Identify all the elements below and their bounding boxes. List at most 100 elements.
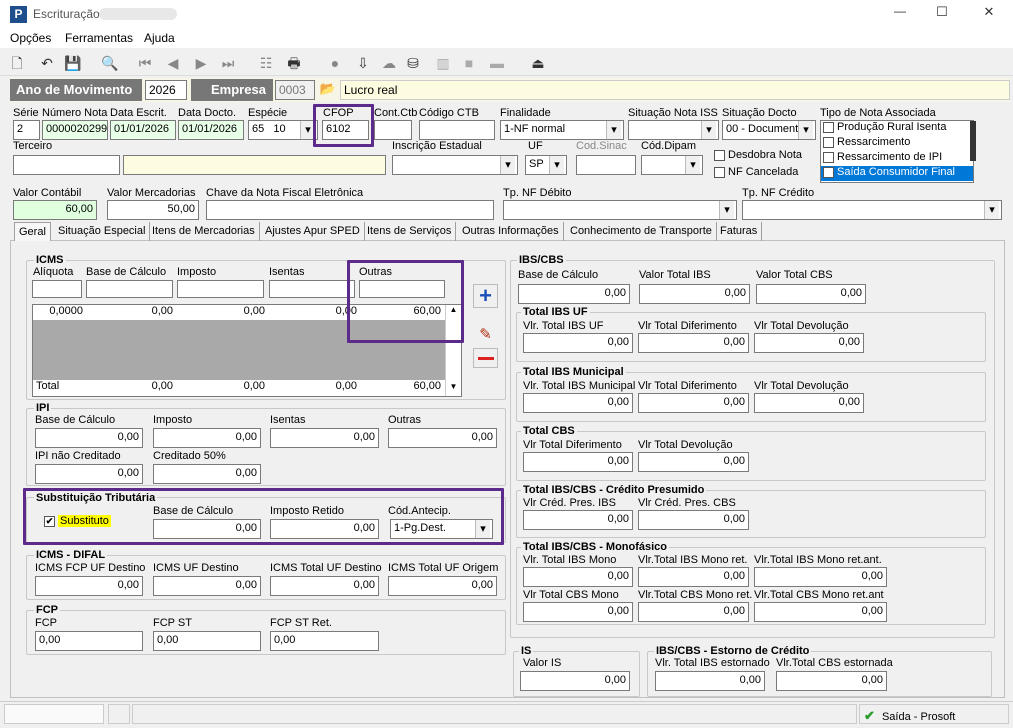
print-icon[interactable]: 🖶: [285, 54, 303, 72]
block-icon[interactable]: ■: [460, 54, 478, 72]
tab-ajustes-sped[interactable]: Ajustes Apur SPED: [261, 222, 365, 241]
tab-situacao-especial[interactable]: Situação Especial: [54, 222, 151, 241]
remove-icon[interactable]: [473, 348, 498, 368]
nf-cancelada-checkbox[interactable]: NF Cancelada: [714, 166, 798, 178]
ibs-uf-total-input[interactable]: 0,00: [523, 333, 633, 353]
fcp-st-input[interactable]: 0,00: [153, 631, 261, 651]
menu-ajuda[interactable]: Ajuda: [144, 31, 175, 45]
exit-icon[interactable]: ⏏: [529, 54, 547, 72]
save-icon[interactable]: 💾: [64, 54, 82, 72]
tipo-nota-scrollbar[interactable]: [970, 121, 976, 161]
is-input[interactable]: 0,00: [520, 671, 630, 691]
tipo-nota-option[interactable]: Ressarcimento de IPI: [821, 151, 973, 166]
tree-icon[interactable]: ☷: [257, 54, 275, 72]
cloud-icon[interactable]: ☁: [380, 54, 398, 72]
mono-cbs-input[interactable]: 0,00: [523, 602, 633, 622]
icms-isentas-input[interactable]: [269, 280, 355, 298]
tab-itens-mercadorias[interactable]: Itens de Mercadorias: [148, 222, 260, 241]
valor-contabil-input[interactable]: 60,00: [13, 200, 97, 220]
mono-ibs-retant-input[interactable]: 0,00: [754, 567, 887, 587]
data-docto-input[interactable]: 01/01/2026: [178, 120, 244, 140]
menu-ferramentas[interactable]: Ferramentas: [65, 31, 133, 45]
tab-geral[interactable]: Geral: [14, 222, 51, 241]
ipi-cred50-input[interactable]: 0,00: [153, 464, 261, 484]
difal-uf-dest-input[interactable]: 0,00: [153, 576, 261, 596]
new-icon[interactable]: 🗋: [8, 54, 26, 72]
finalidade-select[interactable]: 1-NF normal: [500, 120, 624, 140]
terceiro-code-input[interactable]: [13, 155, 120, 175]
ipi-nao-cred-input[interactable]: 0,00: [35, 464, 143, 484]
difal-fcp-input[interactable]: 0,00: [35, 576, 143, 596]
tp-credito-select[interactable]: [742, 200, 1002, 220]
ie-select[interactable]: [392, 155, 518, 175]
prev-icon[interactable]: ◀: [164, 54, 182, 72]
tipo-nota-option-selected[interactable]: Saída Consumidor Final: [821, 166, 973, 181]
scroll-down-icon[interactable]: ▼: [446, 382, 461, 396]
situacao-docto-select[interactable]: 00 - Document: [722, 120, 816, 140]
fcp-input[interactable]: 0,00: [35, 631, 143, 651]
mono-cbs-retant-input[interactable]: 0,00: [754, 602, 887, 622]
columns-icon[interactable]: ▥: [434, 54, 452, 72]
tipo-nota-option[interactable]: Produção Rural Isenta: [821, 121, 973, 136]
icms-base-input[interactable]: [86, 280, 173, 298]
ipi-base-input[interactable]: 0,00: [35, 428, 143, 448]
maximize-button[interactable]: ☐: [928, 4, 956, 20]
tipo-nota-list[interactable]: Produção Rural Isenta Ressarcimento Ress…: [820, 120, 974, 183]
import-icon[interactable]: ⇩: [354, 54, 372, 72]
icms-aliquota-input[interactable]: [32, 280, 82, 298]
add-icon[interactable]: +: [473, 284, 498, 308]
tp-debito-select[interactable]: [503, 200, 737, 220]
menu-opcoes[interactable]: Opções: [10, 31, 51, 45]
mono-cbs-ret-input[interactable]: 0,00: [638, 602, 749, 622]
tipo-nota-option[interactable]: Ressarcimento: [821, 136, 973, 151]
minimize-button[interactable]: —: [886, 4, 914, 18]
empresa-input[interactable]: 0003: [275, 80, 315, 100]
next-icon[interactable]: ▶: [192, 54, 210, 72]
ipi-isentas-input[interactable]: 0,00: [270, 428, 379, 448]
estorno-cbs-input[interactable]: 0,00: [776, 671, 887, 691]
ibs-mun-dif-input[interactable]: 0,00: [638, 393, 749, 413]
terceiro-name-input[interactable]: [123, 155, 386, 175]
especie-select[interactable]: 65 10: [248, 120, 318, 140]
ibscbs-cbs-input[interactable]: 0,00: [756, 284, 866, 304]
ibscbs-ibs-input[interactable]: 0,00: [639, 284, 750, 304]
uf-select[interactable]: SP: [525, 155, 567, 175]
serie-input[interactable]: 2: [13, 120, 40, 140]
data-escrit-input[interactable]: 01/01/2026: [110, 120, 176, 140]
ipi-outras-input[interactable]: 0,00: [388, 428, 497, 448]
ibs-uf-dev-input[interactable]: 0,00: [754, 333, 864, 353]
ibscbs-base-input[interactable]: 0,00: [518, 284, 630, 304]
icms-imposto-input[interactable]: [177, 280, 264, 298]
cred-cbs-input[interactable]: 0,00: [638, 510, 749, 530]
tab-itens-servicos[interactable]: Itens de Serviços: [363, 222, 457, 241]
ano-input[interactable]: 2026: [145, 80, 187, 100]
ibs-uf-dif-input[interactable]: 0,00: [638, 333, 749, 353]
last-icon[interactable]: ⏭: [219, 54, 237, 72]
mono-ibs-ret-input[interactable]: 0,00: [638, 567, 749, 587]
estorno-ibs-input[interactable]: 0,00: [655, 671, 765, 691]
cred-ibs-input[interactable]: 0,00: [523, 510, 633, 530]
cod-sinac-input[interactable]: [576, 155, 636, 175]
ibs-mun-total-input[interactable]: 0,00: [523, 393, 633, 413]
minus-tool-icon[interactable]: ▬: [488, 54, 506, 72]
folder-icon[interactable]: 📂: [319, 81, 337, 99]
coins-icon[interactable]: ⛁: [404, 54, 422, 72]
tab-faturas[interactable]: Faturas: [716, 222, 763, 241]
preview-icon[interactable]: 🔍: [101, 54, 119, 72]
ipi-imposto-input[interactable]: 0,00: [153, 428, 261, 448]
fcp-st-ret-input[interactable]: 0,00: [270, 631, 379, 651]
first-icon[interactable]: ⏮: [136, 54, 154, 72]
cont-ctb-input[interactable]: [374, 120, 412, 140]
apple-icon[interactable]: ●: [326, 54, 344, 72]
desdobra-checkbox[interactable]: Desdobra Nota: [714, 149, 802, 161]
ibs-mun-dev-input[interactable]: 0,00: [754, 393, 864, 413]
cod-dipam-select[interactable]: [641, 155, 703, 175]
situacao-iss-select[interactable]: [628, 120, 719, 140]
tab-outras-informacoes[interactable]: Outras Informações: [458, 222, 564, 241]
valor-merc-input[interactable]: 50,00: [107, 200, 199, 220]
cbs-dev-input[interactable]: 0,00: [638, 452, 749, 472]
difal-total-orig-input[interactable]: 0,00: [388, 576, 497, 596]
numero-input[interactable]: 0000020299: [42, 120, 108, 140]
undo-icon[interactable]: ↶: [38, 54, 56, 72]
edit-icon[interactable]: ✎: [473, 324, 498, 346]
